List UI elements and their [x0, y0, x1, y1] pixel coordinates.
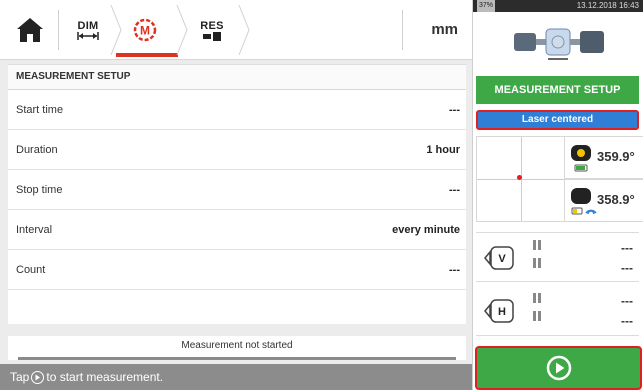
sensor-1-angle: 359.9° — [597, 149, 635, 164]
svg-text:M: M — [140, 24, 150, 38]
row-duration[interactable]: Duration 1 hour — [8, 130, 466, 170]
dimension-arrows-icon — [77, 32, 99, 40]
start-measurement-button[interactable] — [475, 346, 642, 390]
tab-dimensions-label: DIM — [77, 20, 99, 32]
row-value: 1 hour — [426, 143, 460, 156]
row-label: Interval — [16, 223, 53, 236]
tab-dimensions[interactable]: DIM — [64, 6, 112, 54]
svg-text:V: V — [498, 253, 506, 265]
row-value: --- — [449, 183, 460, 196]
laser-dot — [517, 175, 522, 180]
measurement-setup-button[interactable]: MEASUREMENT SETUP — [476, 76, 639, 104]
sensor-2: 358.9° — [565, 179, 643, 222]
vertical-angle-value: --- — [621, 241, 633, 255]
device-status-bar: 37% 13.12.2018 16:43 — [473, 0, 643, 12]
row-start-time[interactable]: Start time --- — [8, 90, 466, 130]
right-panel: 37% 13.12.2018 16:43 MEASUREMENT SETUP L… — [472, 0, 643, 390]
status-text: Measurement not started — [181, 340, 293, 351]
row-label: Stop time — [16, 183, 63, 196]
horizontal-offset-value: --- — [621, 314, 633, 328]
sensor-head-icon — [571, 145, 591, 172]
measurement-setup-panel: MEASUREMENT SETUP Start time --- Duratio… — [8, 64, 466, 324]
home-icon — [17, 18, 43, 42]
row-value: every minute — [392, 223, 460, 236]
sensor-2-angle: 358.9° — [597, 192, 635, 207]
tab-results-label: RES — [200, 19, 224, 32]
row-stop-time[interactable]: Stop time --- — [8, 170, 466, 210]
svg-text:H: H — [498, 306, 506, 318]
hint-bar: Tap to start measurement. — [0, 364, 472, 390]
vertical-view-icon: V — [484, 246, 514, 270]
results-coupling-icon — [203, 31, 221, 41]
hint-text-after: to start measurement. — [46, 370, 164, 384]
row-interval[interactable]: Interval every minute — [8, 210, 466, 250]
chevron-icon — [238, 4, 250, 56]
tab-results[interactable]: RES — [184, 6, 240, 54]
active-tab-indicator — [116, 53, 178, 57]
laser-target — [476, 136, 565, 222]
hint-text-before: Tap — [10, 370, 30, 384]
machine-train-icon — [514, 28, 604, 60]
tab-measure[interactable]: M — [112, 6, 178, 54]
horizontal-angle-value: --- — [621, 294, 633, 308]
status-progress-bar — [18, 357, 456, 360]
row-label: Duration — [16, 143, 58, 156]
top-toolbar: DIM M RES mm — [0, 0, 472, 60]
horizontal-results: H --- --- — [476, 286, 639, 336]
row-count[interactable]: Count --- — [8, 250, 466, 290]
sensor-head-icon — [571, 188, 597, 215]
measure-icon: M — [133, 18, 157, 42]
unit-selector[interactable]: mm — [431, 0, 458, 60]
play-icon — [31, 370, 45, 384]
coupling-icon — [533, 293, 541, 321]
row-value: --- — [449, 263, 460, 276]
panel-title: MEASUREMENT SETUP — [8, 65, 466, 90]
measurement-status: Measurement not started — [8, 336, 466, 360]
coupling-icon — [533, 240, 541, 268]
row-label: Start time — [16, 103, 64, 116]
sensor-1: 359.9° — [565, 136, 643, 179]
laser-status-badge[interactable]: Laser centered — [476, 110, 639, 130]
machine-train-image — [473, 12, 643, 70]
datetime: 13.12.2018 16:43 — [576, 1, 639, 10]
play-icon — [546, 355, 571, 381]
horizontal-view-icon: H — [484, 299, 514, 323]
row-label: Count — [16, 263, 46, 276]
battery-indicator: 37% — [477, 0, 496, 12]
row-value: --- — [449, 103, 460, 116]
home-button[interactable] — [8, 8, 52, 52]
vertical-offset-value: --- — [621, 261, 633, 275]
vertical-results: V --- --- — [476, 232, 639, 282]
